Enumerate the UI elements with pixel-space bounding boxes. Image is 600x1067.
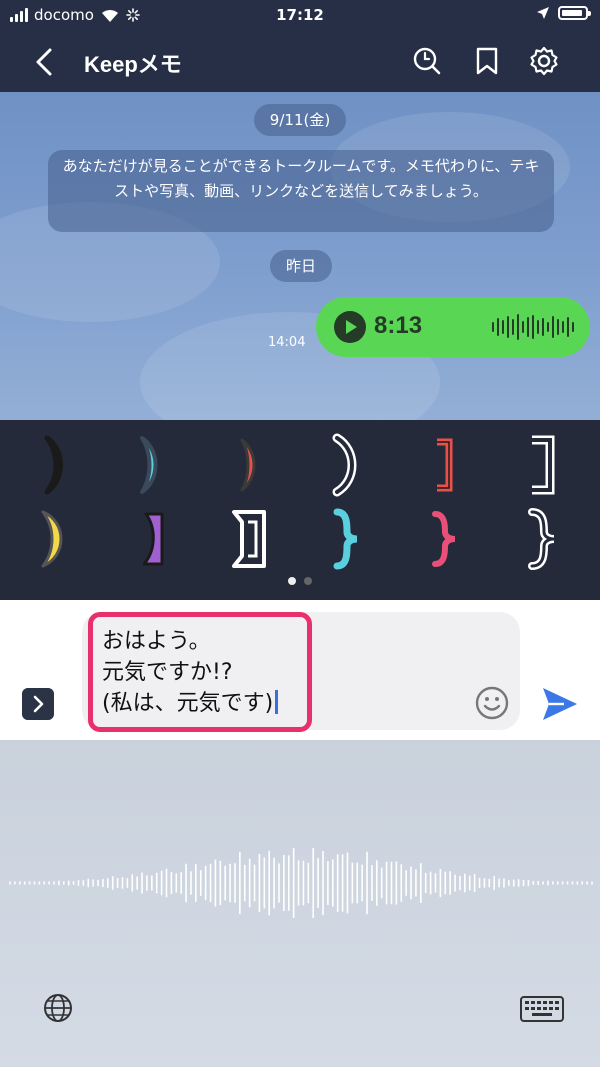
emoji-smile-icon[interactable] (474, 685, 510, 721)
settings-gear-icon[interactable] (529, 46, 559, 76)
voice-message-bubble[interactable]: 8:13 (316, 297, 590, 357)
emoji-red-bracket[interactable] (415, 430, 475, 500)
emoji-pink-close-brace[interactable] (415, 504, 475, 574)
emoji-white-bracket[interactable] (512, 430, 572, 500)
system-message: あなただけが見ることができるトークルームです。メモ代わりに、テキストや写真、動画… (48, 150, 554, 232)
bookmark-icon[interactable] (472, 46, 502, 76)
emoji-purple-close-paren[interactable] (122, 504, 182, 574)
search-icon[interactable] (412, 46, 442, 76)
input-line: (私は、元気です) (102, 691, 274, 716)
emoji-cyan-close-brace[interactable] (317, 504, 377, 574)
date-separator: 昨日 (270, 250, 332, 282)
page-dot-active (288, 577, 296, 585)
dictation-panel (0, 740, 600, 1067)
message-input[interactable]: おはよう。 元気ですか!? (私は、元気です) (82, 612, 520, 730)
input-line: おはよう。 (102, 629, 211, 654)
send-icon[interactable] (540, 684, 580, 724)
back-chevron-icon[interactable] (30, 46, 60, 78)
location-arrow-icon (537, 7, 549, 19)
message-input-text[interactable]: おはよう。 元気ですか!? (私は、元気です) (102, 626, 279, 719)
emoji-red-close-paren[interactable] (220, 430, 280, 500)
emoji-panel (0, 420, 600, 600)
emoji-white-close-paren[interactable] (317, 430, 377, 500)
page-title: Keepメモ (84, 52, 182, 77)
emoji-white-close-brace[interactable] (512, 504, 572, 574)
emoji-yellow-close-paren[interactable] (25, 504, 85, 574)
dictation-waveform (9, 848, 593, 918)
globe-icon[interactable] (42, 992, 74, 1024)
emoji-white-lenticular-bracket[interactable] (220, 504, 280, 574)
status-time: 17:12 (276, 6, 324, 24)
text-caret (275, 690, 279, 714)
play-icon[interactable] (334, 311, 366, 343)
page-indicator (0, 577, 600, 585)
status-bar: docomo 17:12 (0, 0, 600, 32)
battery-icon (558, 6, 591, 20)
voice-waveform-icon (492, 311, 574, 343)
expand-chevron-icon[interactable] (22, 688, 54, 720)
voice-duration: 8:13 (374, 312, 423, 339)
input-line: 元気ですか!? (102, 660, 233, 685)
message-input-bar: おはよう。 元気ですか!? (私は、元気です) (0, 600, 600, 740)
date-separator: 9/11(金) (254, 104, 346, 136)
keyboard-icon[interactable] (520, 996, 564, 1022)
status-right (536, 6, 591, 20)
page-dot (304, 577, 312, 585)
chat-area[interactable]: 9/11(金) あなただけが見ることができるトークルームです。メモ代わりに、テキ… (0, 92, 600, 420)
emoji-cyan-close-paren[interactable] (122, 430, 182, 500)
emoji-cyan-open-paren[interactable] (25, 430, 85, 500)
message-timestamp: 14:04 (268, 335, 306, 350)
nav-bar: Keepメモ (0, 32, 600, 92)
